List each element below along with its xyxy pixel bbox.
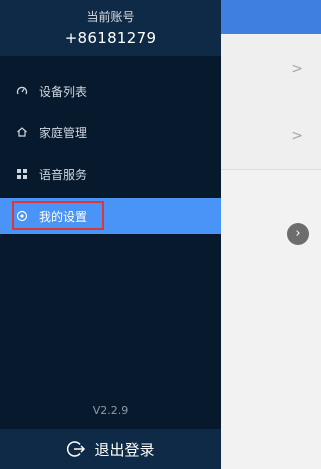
circle-arrow-icon[interactable]: › [287, 223, 309, 245]
menu-item-family-management[interactable]: 家庭管理 [0, 114, 221, 150]
menu-item-voice-service[interactable]: 语音服务 [0, 156, 221, 192]
logout-button[interactable]: 退出登录 [0, 429, 221, 469]
home-icon [15, 125, 29, 139]
menu-item-label: 家庭管理 [39, 125, 88, 140]
app-version: V2.2.9 [92, 404, 129, 417]
chevron-right-icon: > [291, 61, 303, 77]
menu-item-label: 设备列表 [39, 84, 88, 99]
menu-item-device-list[interactable]: 设备列表 [0, 73, 221, 109]
gauge-icon [15, 84, 29, 98]
menu-item-label: 语音服务 [39, 167, 88, 182]
grid-icon [15, 167, 29, 181]
background-header-bar [219, 0, 321, 34]
logout-label: 退出登录 [94, 440, 155, 459]
background-list-row[interactable]: > [219, 102, 321, 170]
selection-highlight [12, 201, 104, 230]
chevron-right-icon: > [291, 128, 303, 144]
account-label: 当前账号 [86, 10, 135, 24]
account-header: 当前账号 +86181279 [0, 0, 221, 56]
account-phone: +86181279 [64, 29, 157, 47]
side-drawer: 当前账号 +86181279 设备列表 家庭管理 语音服务 我的设置 V2.2.… [0, 0, 221, 469]
background-list-row[interactable]: > [219, 35, 321, 103]
logout-icon [66, 439, 86, 459]
